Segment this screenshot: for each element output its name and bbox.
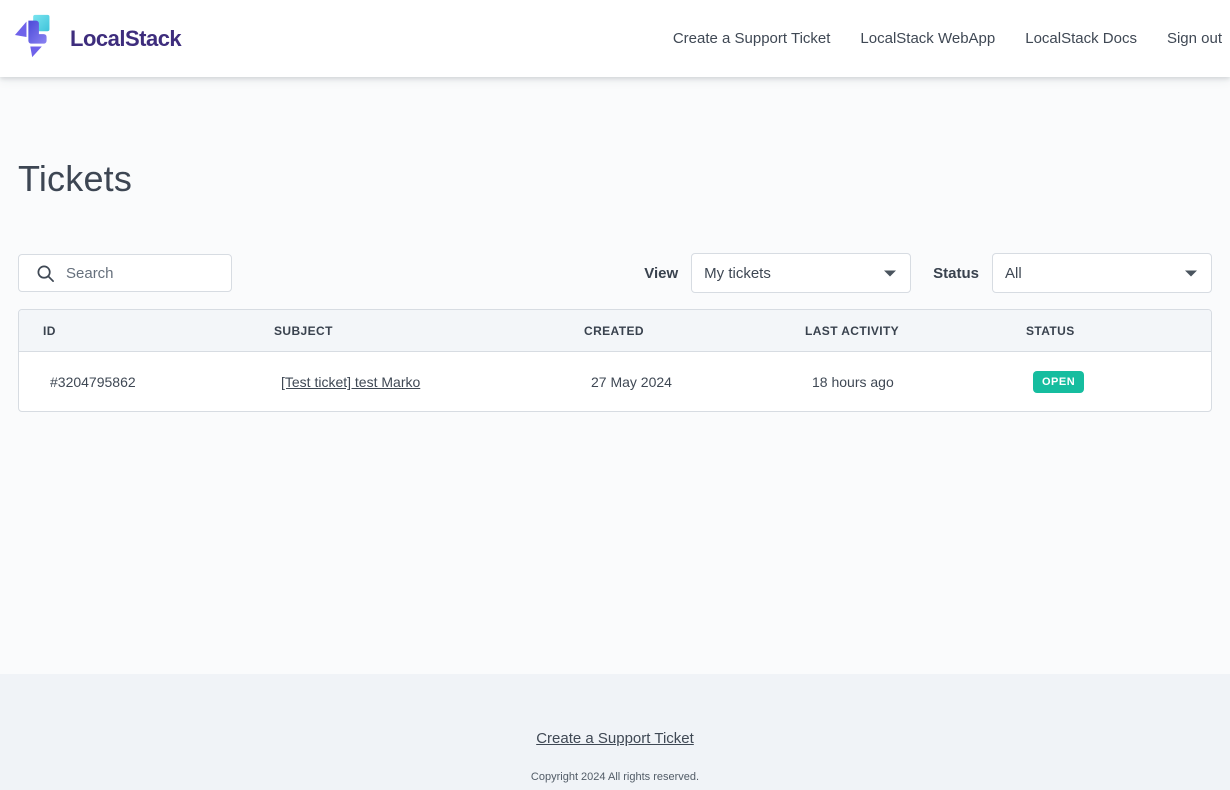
search-icon	[36, 264, 55, 283]
tickets-table: ID SUBJECT CREATED LAST ACTIVITY STATUS …	[19, 310, 1211, 411]
status-select-value: All	[1005, 265, 1185, 282]
footer-create-support-ticket-link[interactable]: Create a Support Ticket	[536, 730, 694, 747]
status-select[interactable]: All	[992, 253, 1212, 293]
page-title: Tickets	[18, 158, 1212, 200]
tickets-table-card: ID SUBJECT CREATED LAST ACTIVITY STATUS …	[18, 309, 1212, 412]
tickets-page: LocalStack Create a Support Ticket Local…	[0, 0, 1230, 790]
localstack-logo-icon	[14, 12, 60, 65]
nav-localstack-docs[interactable]: LocalStack Docs	[1025, 30, 1137, 47]
nav-localstack-webapp[interactable]: LocalStack WebApp	[860, 30, 995, 47]
localstack-wordmark: LocalStack	[70, 26, 181, 52]
column-header-id: ID	[19, 310, 250, 352]
ticket-status-cell: OPEN	[1002, 352, 1211, 412]
ticket-subject-cell: [Test ticket] test Marko	[250, 352, 560, 412]
footer-copyright: Copyright 2024 All rights reserved.	[531, 771, 699, 783]
search-input[interactable]	[66, 265, 206, 282]
table-header-row: ID SUBJECT CREATED LAST ACTIVITY STATUS	[19, 310, 1211, 352]
app-header: LocalStack Create a Support Ticket Local…	[0, 0, 1230, 77]
header-nav: Create a Support Ticket LocalStack WebAp…	[673, 30, 1222, 47]
localstack-logo[interactable]: LocalStack	[14, 12, 181, 65]
search-box[interactable]	[18, 254, 232, 292]
ticket-subject-link[interactable]: [Test ticket] test Marko	[281, 374, 420, 390]
status-label: Status	[933, 265, 979, 282]
ticket-last-activity-cell: 18 hours ago	[781, 352, 1002, 412]
nav-sign-out[interactable]: Sign out	[1167, 30, 1222, 47]
page-footer: Create a Support Ticket Copyright 2024 A…	[0, 674, 1230, 790]
column-header-last-activity: LAST ACTIVITY	[781, 310, 1002, 352]
filter-row: View My tickets Status All	[18, 253, 1212, 293]
view-select[interactable]: My tickets	[691, 253, 911, 293]
ticket-id-cell: #3204795862	[19, 352, 250, 412]
status-badge: OPEN	[1033, 371, 1084, 393]
table-row: #3204795862 [Test ticket] test Marko 27 …	[19, 352, 1211, 412]
column-header-status: STATUS	[1002, 310, 1211, 352]
column-header-created: CREATED	[560, 310, 781, 352]
column-header-subject: SUBJECT	[250, 310, 560, 352]
view-select-value: My tickets	[704, 265, 884, 282]
view-label: View	[644, 265, 678, 282]
chevron-down-icon	[1185, 270, 1197, 277]
chevron-down-icon	[884, 270, 896, 277]
nav-create-support-ticket[interactable]: Create a Support Ticket	[673, 30, 831, 47]
ticket-created-cell: 27 May 2024	[560, 352, 781, 412]
main-content: Tickets View My tickets Status	[0, 77, 1230, 674]
